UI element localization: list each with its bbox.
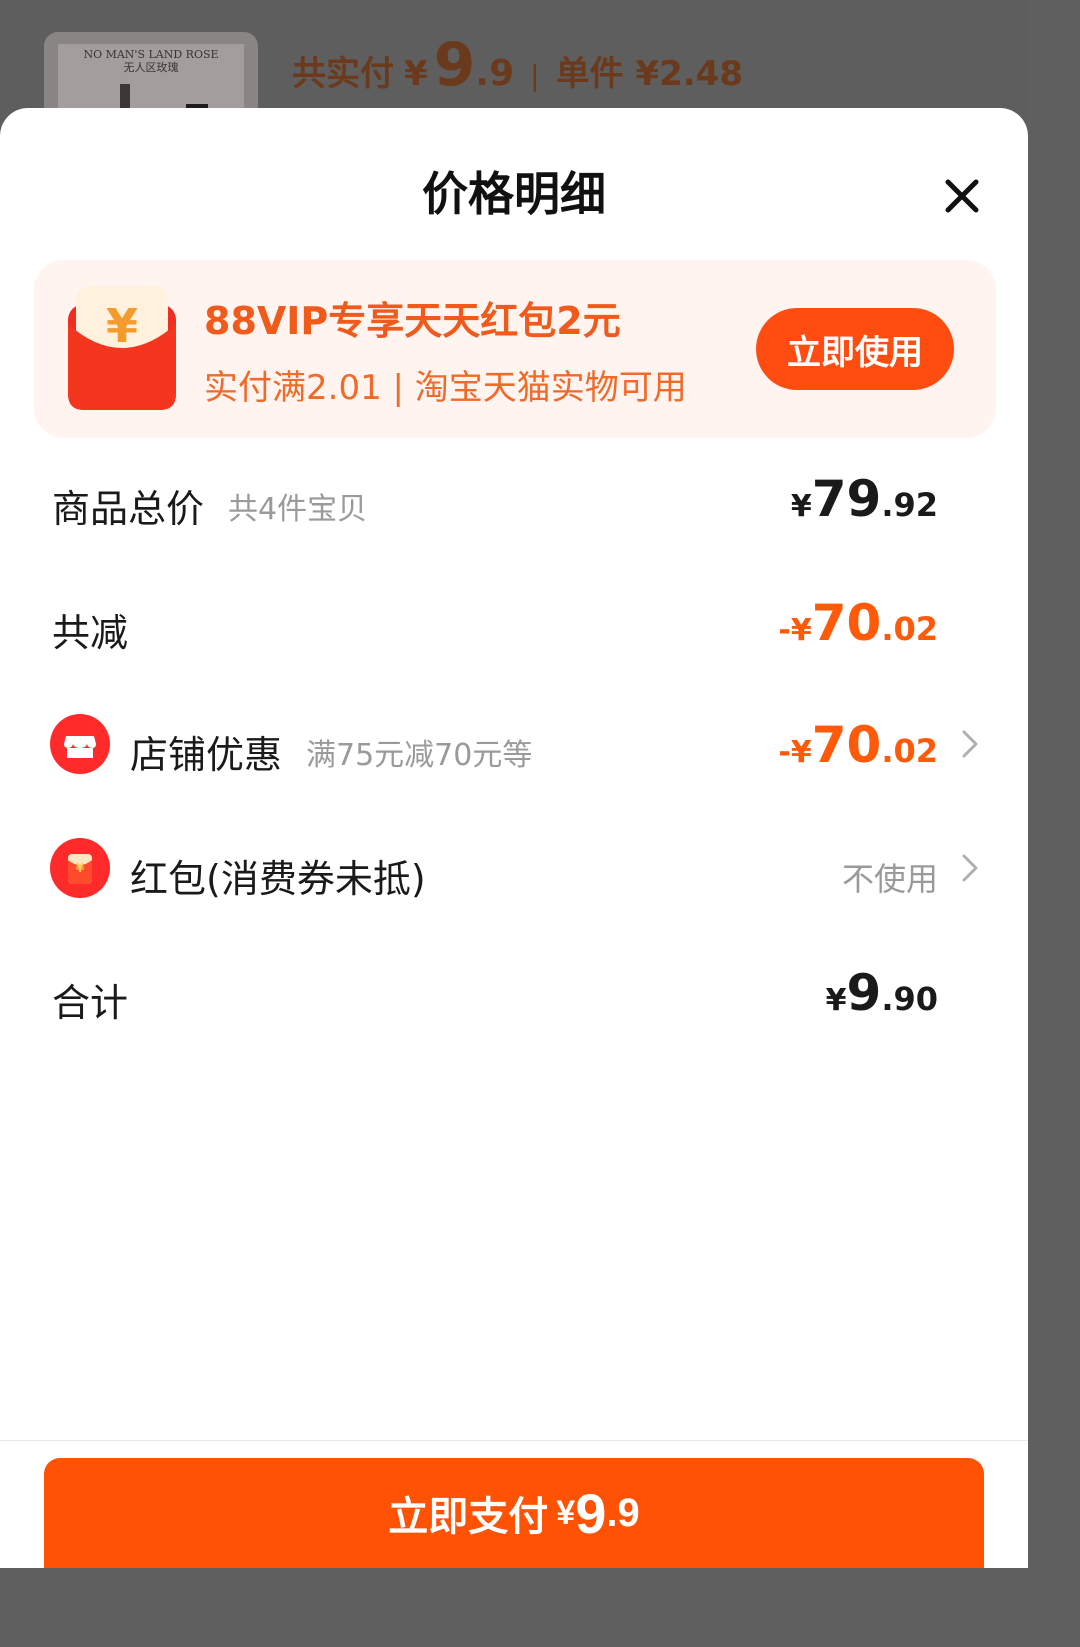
store-icon — [50, 714, 110, 774]
store-discount-price: -¥ 70 .02 — [778, 716, 938, 774]
price-prefix: -¥ — [778, 613, 812, 648]
pay-now-button[interactable]: 立即支付 ¥ 9 .9 — [44, 1458, 984, 1568]
sum-price: ¥ 9 .90 — [826, 964, 938, 1022]
price-prefix: ¥ — [825, 983, 847, 1018]
price-prefix: ¥ — [790, 489, 812, 524]
paid-int: 9 — [433, 30, 476, 100]
row-total-discount: 共减 -¥ 70 .02 — [0, 572, 1028, 672]
divider: | — [530, 59, 540, 92]
sum-label: 合计 — [52, 981, 129, 1025]
price-dec: .02 — [881, 732, 938, 770]
unit-price: 单件 ¥2.48 — [555, 54, 743, 94]
price-dec: .90 — [881, 980, 938, 1018]
product-thumb-line-1: NO MAN'S LAND ROSE — [83, 48, 219, 61]
close-button[interactable] — [936, 170, 988, 222]
chevron-right-icon — [962, 730, 978, 758]
goods-total-label: 商品总价 — [52, 487, 205, 531]
pay-dec: .9 — [606, 1490, 640, 1535]
store-discount-label: 店铺优惠 — [130, 733, 283, 777]
paid-label: 共实付 — [292, 54, 394, 94]
row-red-packet[interactable]: ¥ 红包(消费券未抵) 不使用 — [0, 818, 1028, 918]
total-discount-label: 共减 — [52, 611, 129, 655]
pay-yen: ¥ — [556, 1493, 576, 1532]
price-prefix: -¥ — [778, 735, 812, 770]
price-detail-sheet: 价格明细 ¥ 88VIP专享天天红包2元 实付满2.01 | 淘宝天猫实物可用 … — [0, 108, 1028, 1568]
red-envelope-icon: ¥ — [64, 284, 180, 414]
pay-label: 立即支付 — [388, 1495, 549, 1539]
total-discount-price: -¥ 70 .02 — [778, 594, 938, 652]
red-packet-value: 不使用 — [841, 860, 938, 898]
svg-text:¥: ¥ — [76, 861, 85, 875]
svg-text:¥: ¥ — [106, 299, 138, 353]
footer-divider — [0, 1440, 1028, 1441]
product-thumb-text: NO MAN'S LAND ROSE 无人区玫瑰 — [58, 48, 244, 74]
paid-dec: .9 — [475, 53, 515, 94]
product-thumb-line-2: 无人区玫瑰 — [123, 61, 179, 74]
vip-redpacket-card: ¥ 88VIP专享天天红包2元 实付满2.01 | 淘宝天猫实物可用 立即使用 — [34, 260, 996, 438]
price-int: 70 — [811, 716, 882, 774]
price-int: 79 — [811, 470, 882, 528]
paid-yen: ¥ — [404, 54, 428, 94]
price-int: 70 — [811, 594, 882, 652]
sheet-title: 价格明细 — [422, 167, 606, 221]
close-icon — [945, 179, 979, 213]
use-now-button[interactable]: 立即使用 — [756, 308, 954, 390]
promo-title: 88VIP专享天天红包2元 — [204, 299, 621, 343]
pay-int: 9 — [575, 1481, 607, 1545]
store-discount-hint: 满75元减70元等 — [306, 738, 533, 773]
row-store-discount[interactable]: 店铺优惠 满75元减70元等 -¥ 70 .02 — [0, 694, 1028, 794]
promo-subtitle: 实付满2.01 | 淘宝天猫实物可用 — [204, 368, 687, 408]
background-paid-summary: 共实付 ¥ 9 .9 | 单件 ¥2.48 — [292, 30, 743, 110]
chevron-right-icon — [962, 854, 978, 882]
red-packet-label: 红包(消费券未抵) — [130, 857, 426, 901]
red-packet-icon: ¥ — [50, 838, 110, 898]
row-goods-total: 商品总价 共4件宝贝 ¥ 79 .92 — [0, 448, 1028, 548]
goods-count-hint: 共4件宝贝 — [228, 492, 368, 527]
price-int: 9 — [846, 964, 882, 1022]
row-sum: 合计 ¥ 9 .90 — [0, 942, 1028, 1042]
price-dec: .02 — [881, 610, 938, 648]
price-dec: .92 — [881, 486, 938, 524]
goods-total-price: ¥ 79 .92 — [791, 470, 938, 528]
